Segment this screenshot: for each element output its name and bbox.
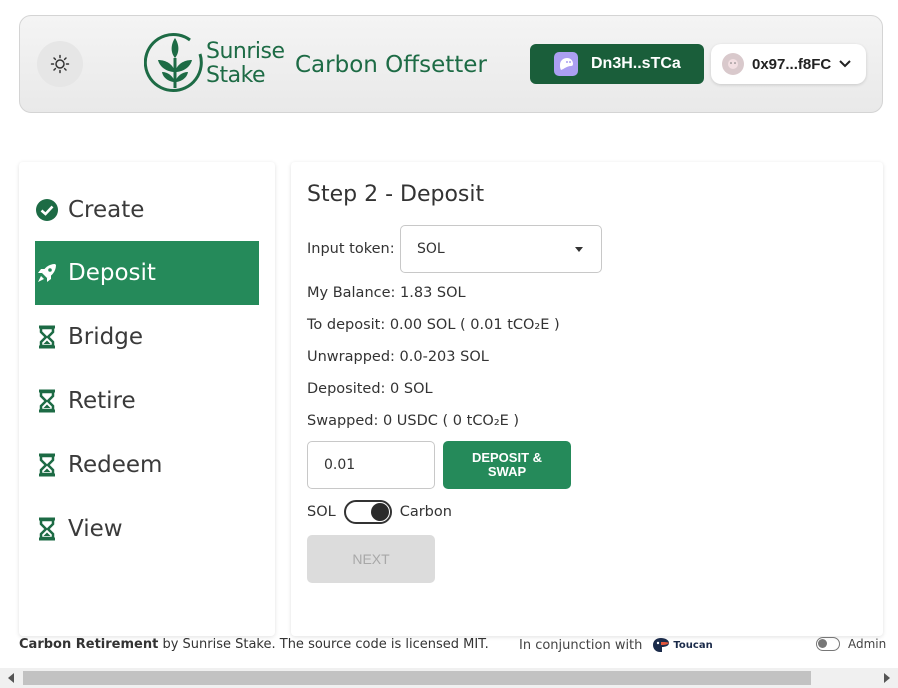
admin-toggle[interactable]: [816, 637, 840, 651]
admin-toggle-row: Admin: [816, 637, 886, 651]
phantom-icon: [554, 52, 578, 76]
logo-line-2: Stake: [206, 63, 266, 88]
hourglass-icon: [35, 453, 59, 477]
toggle-right-label: Carbon: [399, 504, 452, 520]
toucan-logo-icon: [653, 638, 670, 652]
sidebar-item-label: Redeem: [68, 452, 163, 478]
sidebar-item-label: Bridge: [68, 324, 143, 350]
footer-text: Carbon Retirement by Sunrise Stake. The …: [19, 637, 489, 652]
input-token-value: SOL: [417, 241, 445, 257]
swapped-text: Swapped: 0 USDC ( 0 tCO₂E ): [307, 413, 520, 429]
eth-wallet-address: 0x97...f8FC: [752, 55, 832, 73]
sol-carbon-toggle-row: SOL Carbon: [307, 500, 452, 524]
chevron-down-icon: [839, 60, 851, 68]
partner-credit: In conjunction with Toucan: [519, 637, 713, 653]
sidebar-item-retire[interactable]: Retire: [35, 369, 259, 433]
footer-license: by Sunrise Stake. The source code is lic…: [158, 637, 489, 652]
admin-label: Admin: [848, 637, 887, 651]
input-token-select[interactable]: SOL: [400, 225, 602, 273]
theme-toggle-button[interactable]: [37, 41, 83, 87]
footer-brand: Carbon Retirement: [19, 637, 159, 652]
hourglass-icon: [35, 325, 59, 349]
sunrise-stake-logo: [144, 32, 203, 92]
check-circle-icon: [35, 198, 59, 222]
sidebar-item-create[interactable]: Create: [35, 178, 259, 242]
admin-toggle-knob: [818, 639, 827, 648]
avatar: [722, 53, 744, 75]
input-token-label: Input token:: [307, 241, 395, 257]
sidebar-item-view[interactable]: View: [35, 497, 259, 561]
sun-icon: [50, 54, 70, 74]
sidebar-item-bridge[interactable]: Bridge: [35, 305, 259, 369]
toucan-link[interactable]: Toucan: [652, 637, 713, 653]
sidebar-item-label: View: [68, 516, 123, 542]
scroll-right-icon[interactable]: [884, 673, 890, 683]
logo-line-1: Sunrise: [206, 39, 285, 64]
page-title: Step 2 - Deposit: [307, 182, 485, 207]
solana-wallet-button[interactable]: Dn3H..sTCa: [530, 44, 704, 84]
sidebar-item-deposit[interactable]: Deposit: [35, 241, 259, 305]
sidebar-item-redeem[interactable]: Redeem: [35, 433, 259, 497]
sidebar-item-label: Create: [68, 197, 145, 223]
deposit-panel: Step 2 - Deposit Input token: SOL My Bal…: [291, 162, 883, 636]
sol-carbon-toggle[interactable]: [343, 500, 392, 524]
amount-input[interactable]: [307, 441, 435, 489]
caret-down-icon: [575, 247, 583, 252]
scrollbar-thumb[interactable]: [23, 671, 811, 685]
toucan-label: Toucan: [673, 639, 713, 651]
logo-wordmark: Sunrise Stake: [206, 40, 285, 88]
sidebar-item-label: Retire: [68, 388, 136, 414]
eth-wallet-button[interactable]: 0x97...f8FC: [711, 44, 866, 84]
scroll-left-icon[interactable]: [8, 673, 14, 683]
unwrapped-text: Unwrapped: 0.0-203 SOL: [307, 349, 489, 365]
sidebar-item-label: Deposit: [68, 260, 156, 286]
app-header: Sunrise Stake Carbon Offsetter Dn3H..sTC…: [19, 15, 883, 113]
steps-sidebar: Create Deposit Bridge Retire Redeem View: [19, 162, 275, 636]
horizontal-scrollbar[interactable]: [0, 668, 898, 688]
solana-wallet-address: Dn3H..sTCa: [591, 55, 681, 72]
rocket-icon: [35, 261, 59, 285]
conjunction-text: In conjunction with: [519, 637, 643, 653]
deposited-text: Deposited: 0 SOL: [307, 381, 433, 397]
hourglass-icon: [35, 517, 59, 541]
hourglass-icon: [35, 389, 59, 413]
to-deposit-text: To deposit: 0.00 SOL ( 0.01 tCO₂E ): [307, 317, 560, 333]
toggle-knob: [370, 503, 389, 521]
deposit-swap-button[interactable]: DEPOSIT & SWAP: [443, 441, 571, 489]
toggle-left-label: SOL: [307, 504, 336, 520]
my-balance-text: My Balance: 1.83 SOL: [307, 285, 466, 301]
app-title: Carbon Offsetter: [295, 52, 487, 78]
next-button[interactable]: NEXT: [307, 535, 435, 583]
